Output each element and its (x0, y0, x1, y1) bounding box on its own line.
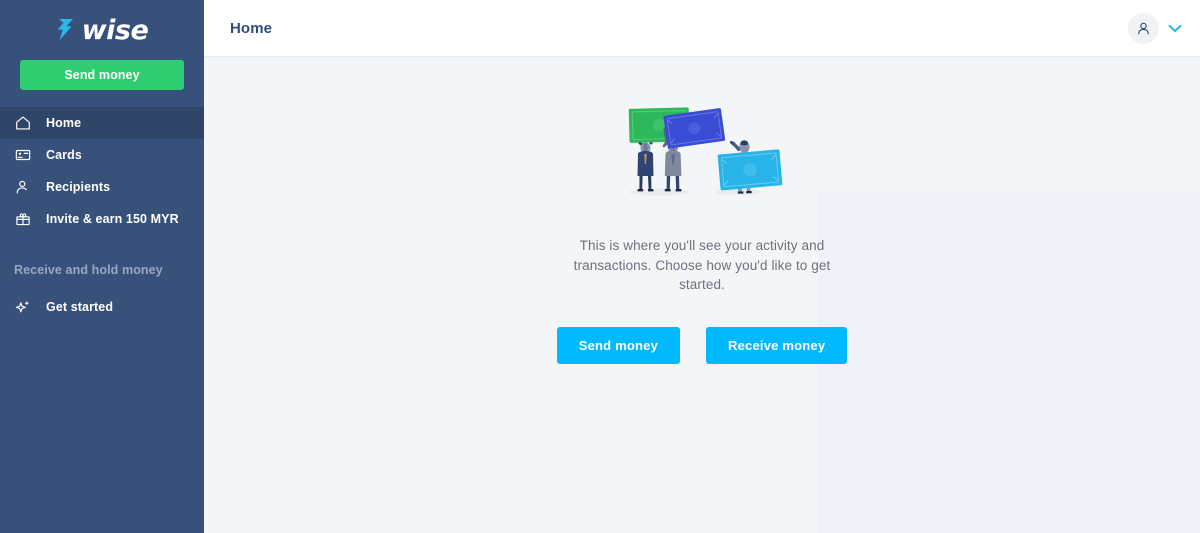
sidebar-item-home[interactable]: Home (0, 107, 204, 139)
empty-state-actions: Send money Receive money (556, 326, 848, 364)
brand-name: wise (81, 14, 149, 46)
page-title: Home (230, 19, 273, 37)
sidebar-item-label: Invite & earn 150 MYR (46, 212, 179, 226)
account-menu-button[interactable] (1128, 12, 1182, 44)
gift-icon (14, 210, 32, 228)
send-money-button[interactable]: Send money (556, 326, 681, 364)
brand-logo[interactable]: wise (0, 0, 204, 56)
sidebar-section-title: Receive and hold money (14, 263, 163, 277)
wise-arrow-icon (56, 18, 78, 42)
sidebar-item-label: Get started (46, 300, 114, 314)
people-holding-banknotes-illustration (607, 96, 797, 204)
sidebar-item-label: Cards (46, 148, 82, 162)
sidebar-item-label: Recipients (46, 180, 111, 194)
receive-money-button[interactable]: Receive money (706, 326, 848, 364)
chevron-down-icon (1168, 24, 1182, 33)
sidebar-item-cards[interactable]: Cards (0, 139, 204, 171)
person-icon (14, 178, 32, 196)
sidebar-item-recipients[interactable]: Recipients (0, 171, 204, 203)
card-icon (14, 146, 32, 164)
sidebar: wise Send money Home Cards Recipients In… (0, 0, 204, 533)
empty-state-message: This is where you'll see your activity a… (573, 238, 831, 292)
main-area: Home This is where you'll see your activ… (204, 0, 1200, 533)
empty-state: This is where you'll see your activity a… (204, 57, 1200, 364)
sidebar-item-invite-and-earn[interactable]: Invite & earn 150 MYR (0, 203, 204, 235)
sparkle-icon (14, 298, 32, 316)
sidebar-item-get-started[interactable]: Get started (0, 291, 204, 323)
person-avatar-icon (1138, 22, 1149, 34)
sidebar-item-label: Home (46, 116, 82, 130)
avatar (1128, 12, 1159, 44)
topbar: Home (204, 0, 1200, 57)
sidebar-send-money-button[interactable]: Send money (20, 60, 184, 90)
home-icon (14, 114, 32, 132)
sidebar-nav: Home Cards Recipients Invite & earn 150 … (0, 107, 204, 323)
app-root: wise Send money Home Cards Recipients In… (0, 0, 1200, 533)
content-area: This is where you'll see your activity a… (204, 57, 1200, 533)
